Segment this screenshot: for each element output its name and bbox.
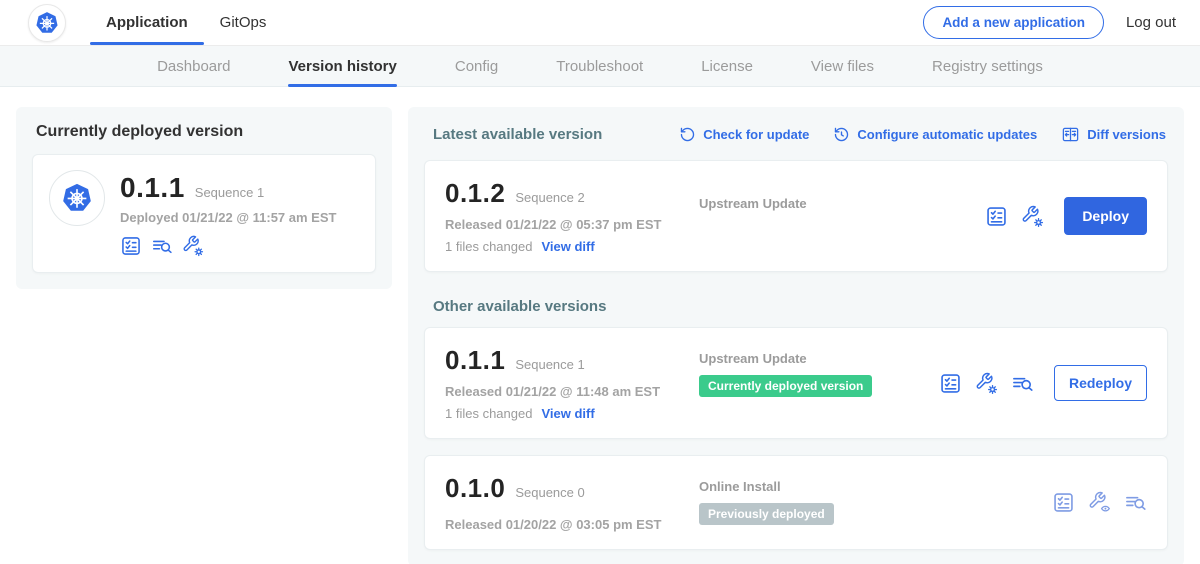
sequence-label: Sequence 2: [515, 190, 584, 205]
currently-deployed-card: 0.1.1 Sequence 1 Deployed 01/21/22 @ 11:…: [32, 154, 376, 273]
preflight-checklist-icon[interactable]: [939, 372, 962, 395]
view-config-icon[interactable]: [1088, 491, 1111, 514]
update-actions: Check for update Configure automatic upd…: [679, 125, 1166, 144]
subnav-tab-config[interactable]: Config: [426, 46, 527, 86]
release-notes-icon[interactable]: [151, 235, 173, 257]
subnav-tab-dashboard-label: Dashboard: [157, 58, 230, 75]
files-changed-label: 1 files changed: [445, 239, 532, 254]
subnav-tab-license-label: License: [701, 58, 753, 75]
version-number: 0.1.2: [445, 178, 505, 209]
subnav-tab-troubleshoot-label: Troubleshoot: [556, 58, 643, 75]
source-label: Online Install: [699, 479, 1052, 494]
view-diff-link[interactable]: View diff: [541, 239, 594, 254]
deployed-timestamp: Deployed 01/21/22 @ 11:57 am EST: [120, 210, 336, 225]
preflight-checklist-icon[interactable]: [985, 205, 1008, 228]
diff-versions-link[interactable]: Diff versions: [1061, 125, 1166, 144]
released-timestamp: Released 01/20/22 @ 03:05 pm EST: [445, 517, 699, 532]
release-notes-icon[interactable]: [1124, 491, 1147, 514]
diff-versions-label: Diff versions: [1087, 127, 1166, 142]
subnav-tab-license[interactable]: License: [672, 46, 782, 86]
app-sub-nav: Dashboard Version history Config Trouble…: [0, 46, 1200, 87]
kubernetes-logo-icon: [34, 10, 60, 36]
add-application-button[interactable]: Add a new application: [923, 6, 1104, 39]
release-notes-icon[interactable]: [1011, 372, 1034, 395]
edit-config-icon[interactable]: [182, 235, 204, 257]
refresh-arrow-icon: [679, 126, 696, 143]
version-source: Online Install Previously deployed: [699, 473, 1052, 525]
version-info: 0.1.1 Sequence 1 Released 01/21/22 @ 11:…: [445, 345, 699, 421]
configure-automatic-updates-label: Configure automatic updates: [857, 127, 1037, 142]
top-nav: Application GitOps Add a new application…: [0, 0, 1200, 46]
released-timestamp: Released 01/21/22 @ 11:48 am EST: [445, 384, 699, 399]
subnav-tab-dashboard[interactable]: Dashboard: [128, 46, 259, 86]
updates-header: Latest available version Check for updat…: [424, 123, 1168, 144]
view-diff-link[interactable]: View diff: [541, 406, 594, 421]
deployed-sequence-label: Sequence 1: [195, 185, 264, 200]
tab-gitops-label: GitOps: [220, 14, 267, 31]
version-card-0-1-1: 0.1.1 Sequence 1 Released 01/21/22 @ 11:…: [424, 327, 1168, 439]
diff-panels-icon: [1061, 125, 1080, 144]
check-for-update-label: Check for update: [703, 127, 809, 142]
sequence-label: Sequence 1: [515, 357, 584, 372]
released-timestamp: Released 01/21/22 @ 05:37 pm EST: [445, 217, 699, 232]
tab-application-label: Application: [106, 14, 188, 31]
refresh-clock-icon: [833, 126, 850, 143]
preflight-checklist-icon[interactable]: [120, 235, 142, 257]
check-for-update-link[interactable]: Check for update: [679, 126, 809, 143]
edit-config-icon[interactable]: [975, 372, 998, 395]
subnav-tab-version-history[interactable]: Version history: [259, 46, 425, 86]
latest-available-title: Latest available version: [433, 126, 602, 143]
deployed-version-number: 0.1.1: [120, 172, 185, 204]
subnav-tab-troubleshoot[interactable]: Troubleshoot: [527, 46, 672, 86]
version-source: Upstream Update Currently deployed versi…: [699, 345, 939, 397]
subnav-tab-view-files[interactable]: View files: [782, 46, 903, 86]
topnav-tabs: Application GitOps: [90, 0, 282, 45]
subnav-tab-registry-settings-label: Registry settings: [932, 58, 1043, 75]
source-label: Upstream Update: [699, 351, 939, 366]
version-card-0-1-0: 0.1.0 Sequence 0 Released 01/20/22 @ 03:…: [424, 455, 1168, 550]
topnav-right: Add a new application Log out: [923, 6, 1176, 39]
subnav-tab-registry-settings[interactable]: Registry settings: [903, 46, 1072, 86]
currently-deployed-panel: Currently deployed version 0.1.1 Sequenc…: [16, 107, 392, 289]
version-info: 0.1.2 Sequence 2 Released 01/21/22 @ 05:…: [445, 178, 699, 254]
version-card-0-1-2: 0.1.2 Sequence 2 Released 01/21/22 @ 05:…: [424, 160, 1168, 272]
logout-button[interactable]: Log out: [1126, 14, 1176, 31]
version-number: 0.1.0: [445, 473, 505, 504]
version-number: 0.1.1: [445, 345, 505, 376]
version-history-page: Currently deployed version 0.1.1 Sequenc…: [0, 87, 1200, 564]
configure-automatic-updates-link[interactable]: Configure automatic updates: [833, 126, 1037, 143]
other-versions-title: Other available versions: [424, 298, 1168, 315]
version-info: 0.1.0 Sequence 0 Released 01/20/22 @ 03:…: [445, 473, 699, 532]
tab-gitops[interactable]: GitOps: [204, 0, 283, 45]
previously-deployed-badge: Previously deployed: [699, 503, 834, 525]
deployed-action-icons: [120, 235, 336, 257]
available-versions-panel: Latest available version Check for updat…: [408, 107, 1184, 564]
sequence-label: Sequence 0: [515, 485, 584, 500]
version-actions: Redeploy: [939, 365, 1147, 401]
tab-application[interactable]: Application: [90, 0, 204, 45]
files-changed-label: 1 files changed: [445, 406, 532, 421]
app-version-logo: [49, 170, 105, 226]
subnav-tab-version-history-label: Version history: [288, 58, 396, 75]
deployed-version-info: 0.1.1 Sequence 1 Deployed 01/21/22 @ 11:…: [120, 170, 336, 257]
edit-config-icon[interactable]: [1021, 205, 1044, 228]
version-actions: [1052, 491, 1147, 514]
subnav-tab-config-label: Config: [455, 58, 498, 75]
source-label: Upstream Update: [699, 196, 985, 211]
currently-deployed-badge: Currently deployed version: [699, 375, 872, 397]
currently-deployed-title: Currently deployed version: [32, 123, 376, 141]
version-actions: Deploy: [985, 197, 1147, 235]
subnav-tab-view-files-label: View files: [811, 58, 874, 75]
version-source: Upstream Update: [699, 178, 985, 211]
preflight-checklist-icon[interactable]: [1052, 491, 1075, 514]
kubernetes-logo-icon: [60, 181, 94, 215]
redeploy-button[interactable]: Redeploy: [1054, 365, 1147, 401]
app-logo[interactable]: [28, 4, 66, 42]
deploy-button[interactable]: Deploy: [1064, 197, 1147, 235]
